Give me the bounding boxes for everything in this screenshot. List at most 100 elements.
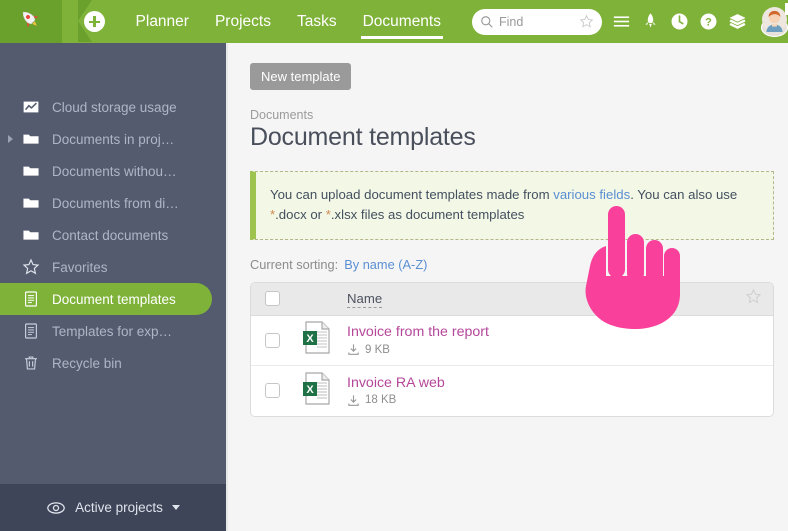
app-root: Planner Projects Tasks Documents Find ? …	[0, 0, 788, 531]
star-icon[interactable]	[579, 14, 594, 29]
file-meta: 9 KB	[347, 343, 733, 356]
nav-item-projects[interactable]: Projects	[202, 0, 284, 43]
notice-text-3: or	[306, 207, 326, 223]
folder-icon	[22, 226, 40, 244]
eye-icon	[46, 498, 66, 518]
header-star-cell	[733, 288, 773, 310]
star-icon	[22, 258, 40, 276]
layers-icon[interactable]	[728, 12, 747, 31]
row-checkbox[interactable]	[264, 383, 280, 399]
logo-area[interactable]	[0, 0, 92, 43]
folder-icon	[22, 162, 40, 180]
hamburger-menu-icon[interactable]	[612, 12, 631, 31]
download-icon[interactable]	[347, 343, 360, 356]
row-name-cell: Invoice from the report 9 KB	[341, 324, 733, 356]
nav-label: Tasks	[296, 12, 337, 30]
nav-item-tasks[interactable]: Tasks	[284, 0, 350, 43]
sidebar-item-label: Favorites	[52, 259, 108, 275]
select-all-cell	[251, 291, 293, 307]
active-projects-label: Active projects	[75, 500, 163, 515]
notice-ext-2: .xlsx	[330, 207, 358, 223]
notice-ext-1: .docx	[275, 207, 307, 223]
sidebar-item-label: Documents from di…	[52, 195, 179, 211]
top-navigation-bar: Planner Projects Tasks Documents Find ?	[0, 0, 788, 43]
search-box[interactable]	[472, 8, 602, 35]
sidebar-item-label: Cloud storage usage	[52, 99, 177, 115]
chevron-right-icon[interactable]	[8, 135, 13, 143]
chevron-down-icon[interactable]	[171, 505, 180, 510]
clock-icon[interactable]	[670, 12, 689, 31]
sidebar-item-recycle-bin[interactable]: Recycle bin	[0, 347, 226, 379]
sidebar-item-cloud-storage-usage[interactable]: Cloud storage usage	[0, 91, 226, 123]
new-template-button[interactable]: New template	[250, 63, 352, 90]
row-checkbox-cell	[251, 383, 293, 399]
nav-item-planner[interactable]: Planner	[123, 0, 202, 43]
file-name-link[interactable]: Invoice from the report	[347, 324, 733, 340]
avatar-image	[761, 6, 788, 37]
notice-text-1: You can upload document templates made f…	[270, 187, 554, 202]
info-banner: You can upload document templates made f…	[250, 171, 774, 240]
folder-icon	[22, 130, 40, 148]
sidebar-item-label: Contact documents	[52, 227, 169, 243]
page-title: Document templates	[250, 123, 476, 151]
nav-item-documents[interactable]: Documents	[350, 0, 454, 43]
search-input[interactable]	[499, 14, 579, 29]
main-content: New template Documents Document template…	[226, 43, 788, 531]
help-icon[interactable]: ?	[699, 12, 718, 31]
table-row[interactable]: X Invoice RA web 18 KB	[251, 365, 773, 416]
file-size: 18 KB	[365, 394, 397, 407]
main-nav: Planner Projects Tasks Documents	[123, 0, 454, 43]
sidebar-item-label: Document templates	[52, 291, 176, 307]
sidebar-list: Cloud storage usage Documents in proj… D…	[0, 43, 226, 379]
notice-text-4: files as document templates	[357, 207, 525, 223]
sidebar-item-favorites[interactable]: Favorites	[0, 251, 226, 283]
sidebar-item-label: Documents in proj…	[52, 131, 175, 147]
avatar[interactable]: 1	[761, 2, 788, 37]
row-file-icon-cell: X	[293, 321, 341, 359]
file-size: 9 KB	[365, 343, 390, 356]
file-name-link[interactable]: Invoice RA web	[347, 375, 733, 391]
templates-table: Name X Invoice from the report 9 KB X In…	[250, 281, 774, 417]
add-button[interactable]	[83, 11, 105, 32]
row-name-cell: Invoice RA web 18 KB	[341, 375, 733, 407]
sidebar-item-documents-from-discussions[interactable]: Documents from di…	[0, 187, 226, 219]
rocket-icon[interactable]	[641, 12, 660, 31]
svg-text:X: X	[306, 333, 314, 345]
trash-icon	[22, 354, 40, 372]
column-header-name[interactable]: Name	[347, 291, 383, 308]
nav-label: Documents	[362, 12, 441, 30]
sorting-value[interactable]: By name (A-Z)	[344, 257, 427, 272]
nav-label: Planner	[135, 12, 189, 30]
document-icon	[22, 290, 40, 308]
folder-icon	[22, 194, 40, 212]
sidebar-item-label: Recycle bin	[52, 355, 122, 371]
active-projects-selector[interactable]: Active projects	[0, 484, 226, 531]
table-row[interactable]: X Invoice from the report 9 KB	[251, 315, 773, 366]
sidebar-item-document-templates[interactable]: Document templates	[0, 283, 212, 315]
row-file-icon-cell: X	[293, 372, 341, 410]
nav-label: Projects	[214, 12, 271, 30]
sidebar-item-contact-documents[interactable]: Contact documents	[0, 219, 226, 251]
sidebar-item-templates-for-export[interactable]: Templates for exp…	[0, 315, 226, 347]
table-header: Name	[251, 282, 773, 316]
star-icon[interactable]	[745, 288, 762, 310]
download-icon[interactable]	[347, 394, 360, 407]
notice-text-2: . You can also use	[630, 187, 738, 202]
row-checkbox[interactable]	[264, 332, 280, 348]
svg-text:X: X	[306, 384, 314, 396]
sidebar-item-documents-without-project[interactable]: Documents withou…	[0, 155, 226, 187]
svg-text:?: ?	[705, 17, 712, 29]
various-fields-link[interactable]: various fields	[553, 187, 630, 202]
sidebar-item-documents-in-projects[interactable]: Documents in proj…	[0, 123, 226, 155]
rocket-logo	[18, 7, 43, 36]
sidebar-item-label: Documents withou…	[52, 163, 177, 179]
file-meta: 18 KB	[347, 394, 733, 407]
sidebar: Cloud storage usage Documents in proj… D…	[0, 43, 226, 531]
row-checkbox-cell	[251, 332, 293, 348]
excel-file-icon: X	[302, 321, 332, 359]
chart-icon	[22, 98, 40, 116]
breadcrumb: Documents	[250, 108, 314, 122]
select-all-checkbox[interactable]	[264, 291, 280, 307]
document-icon	[22, 322, 40, 340]
search-icon	[480, 15, 494, 29]
